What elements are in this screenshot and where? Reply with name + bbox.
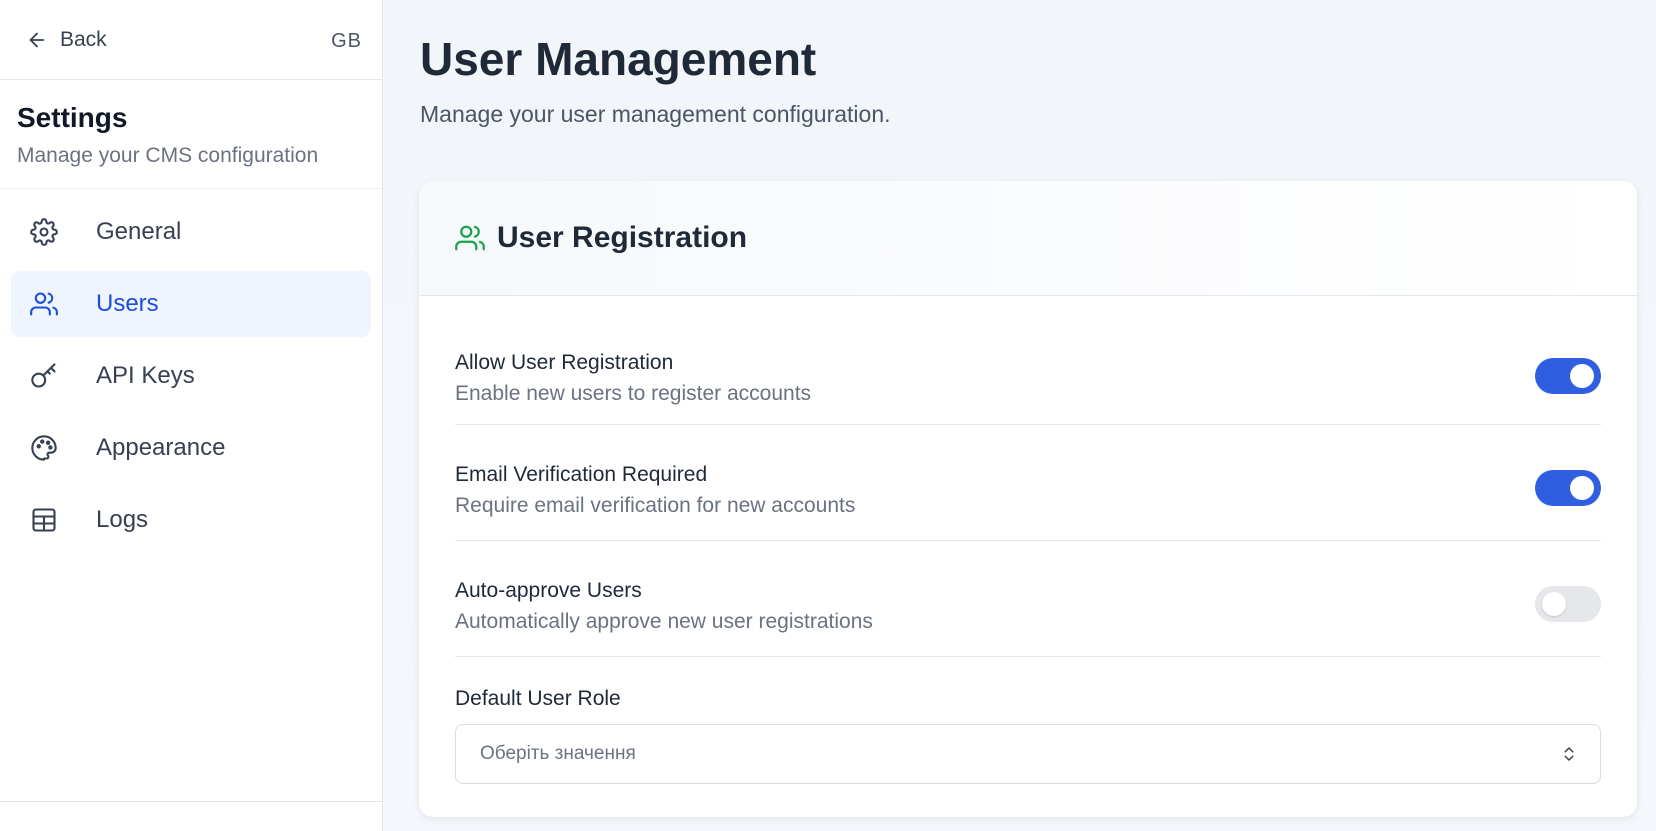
settings-nav: General Users API Keys Appearance Logs (0, 189, 382, 569)
sidebar-item-label: General (96, 218, 182, 245)
sidebar-item-appearance[interactable]: Appearance (11, 415, 371, 481)
settings-header: Settings Manage your CMS configuration (0, 80, 382, 189)
users-icon (29, 289, 59, 319)
allow-registration-toggle[interactable] (1535, 358, 1601, 394)
setting-description: Enable new users to register accounts (455, 382, 812, 405)
sidebar-item-api-keys[interactable]: API Keys (11, 343, 371, 409)
sidebar-item-label: Logs (96, 506, 149, 533)
toggle-knob (1570, 476, 1594, 500)
page-title: User Management (420, 33, 817, 85)
setting-description: Automatically approve new user registrat… (455, 610, 873, 633)
page-subtitle: Manage your user management configuratio… (420, 101, 891, 127)
sidebar-item-label: Users (96, 290, 159, 317)
settings-subtitle: Manage your CMS configuration (17, 144, 319, 167)
card-header: User Registration (419, 181, 1637, 296)
setting-row-auto-approve: Auto-approve Users Automatically approve… (455, 541, 1601, 657)
card-title: User Registration (497, 221, 748, 254)
setting-row-allow-registration: Allow User Registration Enable new users… (455, 296, 1601, 425)
users-icon (455, 225, 485, 251)
card-body: Allow User Registration Enable new users… (419, 296, 1637, 784)
sidebar-item-logs[interactable]: Logs (11, 487, 371, 553)
user-registration-card: User Registration Allow User Registratio… (419, 181, 1637, 817)
sidebar-item-label: Appearance (96, 434, 226, 461)
email-verification-toggle[interactable] (1535, 470, 1601, 506)
sidebar-item-general[interactable]: General (11, 199, 371, 265)
key-icon (29, 361, 59, 391)
toggle-knob (1570, 364, 1594, 388)
language-switcher[interactable]: GB (331, 30, 362, 53)
chevron-up-down-icon (1564, 747, 1574, 761)
auto-approve-toggle[interactable] (1535, 586, 1601, 622)
default-role-select[interactable]: Оберіть значення (455, 724, 1601, 784)
gear-icon (29, 217, 59, 247)
sidebar-item-users[interactable]: Users (11, 271, 371, 337)
toggle-knob (1542, 592, 1566, 616)
sidebar-footer-divider (0, 801, 382, 802)
setting-label: Allow User Registration (455, 351, 674, 374)
sidebar: Back GB Settings Manage your CMS configu… (0, 0, 383, 831)
sidebar-topbar: Back GB (0, 0, 382, 80)
select-placeholder: Оберіть значення (480, 743, 636, 764)
palette-icon (29, 433, 59, 463)
main-content: User Management Manage your user managem… (383, 0, 1656, 831)
setting-label: Auto-approve Users (455, 579, 642, 602)
back-label: Back (60, 27, 107, 51)
default-role-label: Default User Role (455, 687, 621, 710)
setting-description: Require email verification for new accou… (455, 494, 856, 517)
arrow-left-icon (29, 32, 45, 47)
setting-label: Email Verification Required (455, 463, 708, 486)
table-icon (29, 505, 59, 535)
back-button[interactable]: Back (26, 28, 107, 52)
sidebar-item-label: API Keys (96, 362, 195, 389)
settings-title: Settings (17, 102, 128, 133)
setting-row-email-verification: Email Verification Required Require emai… (455, 425, 1601, 541)
